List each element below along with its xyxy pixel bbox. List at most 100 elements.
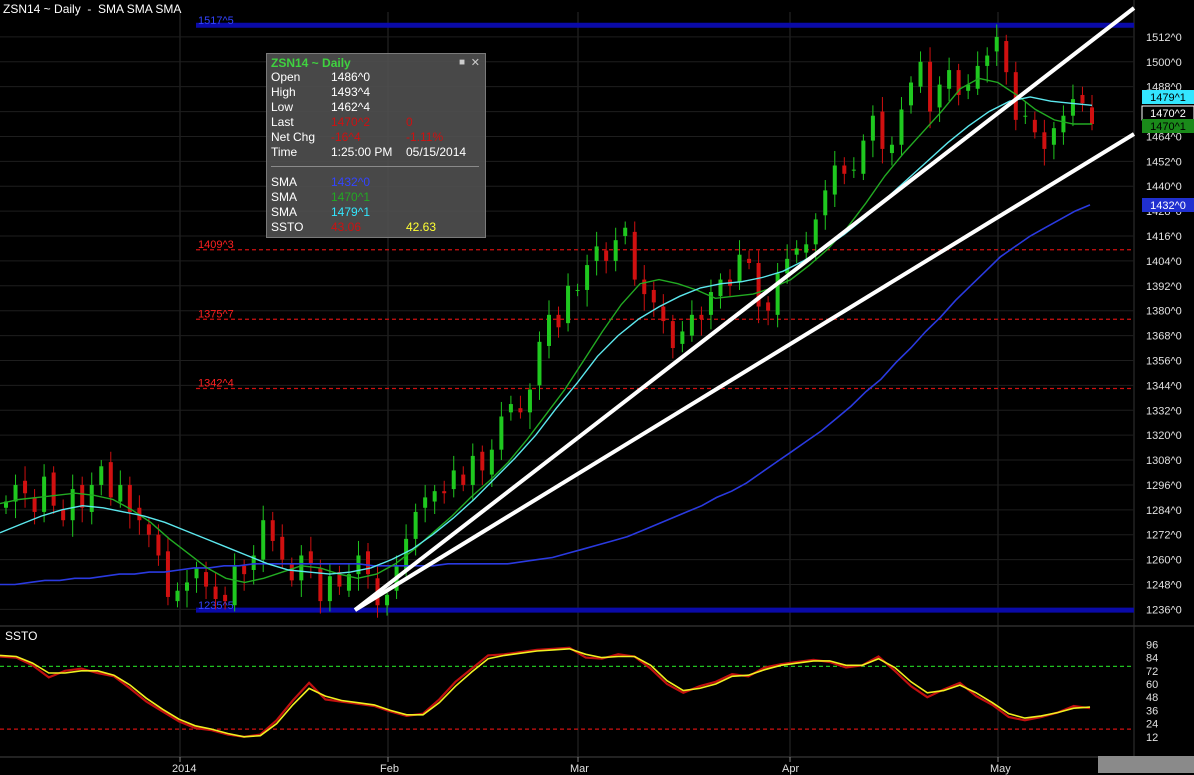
price-flag-label: 1432^0 xyxy=(1150,200,1186,212)
candle-body xyxy=(842,165,847,174)
price-axis-label: 1416^0 xyxy=(1146,231,1182,243)
candle-body xyxy=(1070,99,1075,116)
candle-body xyxy=(308,551,313,564)
tooltip-row-label: Low xyxy=(271,100,294,114)
time-axis-label: 2014 xyxy=(172,763,196,775)
time-axis-label: May xyxy=(990,763,1011,775)
time-scrollbar[interactable] xyxy=(1098,756,1194,773)
tooltip-row-value2: -1.11% xyxy=(406,130,444,144)
ssto-axis-label: 96 xyxy=(1146,639,1158,651)
price-axis-label: 1392^0 xyxy=(1146,281,1182,293)
price-axis-label: 1332^0 xyxy=(1146,405,1182,417)
price-flag-label: 1470^1 xyxy=(1150,121,1186,133)
price-axis-label: 1380^0 xyxy=(1146,306,1182,318)
candle-body xyxy=(1042,132,1047,149)
candle-body xyxy=(575,289,580,291)
ssto-axis-label: 60 xyxy=(1146,679,1158,691)
candle-body xyxy=(947,70,952,89)
price-axis-label: 1512^0 xyxy=(1146,32,1182,44)
chart-canvas[interactable]: 1512^01500^01488^01476^01464^01452^01440… xyxy=(0,0,1194,775)
candle-body xyxy=(880,111,885,149)
tooltip-row: SMA 1432^0 xyxy=(271,175,483,190)
tooltip-row-label: Open xyxy=(271,70,301,84)
candle-body xyxy=(794,248,799,255)
candle-body xyxy=(851,169,856,171)
candle-body xyxy=(432,491,437,502)
level-label: 1342^4 xyxy=(198,377,234,389)
tooltip-row-label: Net Chg xyxy=(271,130,316,144)
candle-body xyxy=(909,82,913,106)
candle-body xyxy=(213,586,218,600)
candle-body xyxy=(232,565,237,606)
candle-body xyxy=(661,306,666,322)
price-axis-label: 1296^0 xyxy=(1146,480,1182,492)
price-axis-label: 1236^0 xyxy=(1146,604,1182,616)
candle-body xyxy=(832,165,837,195)
ssto-axis-label: 24 xyxy=(1146,719,1158,731)
close-icon[interactable]: ✕ xyxy=(471,56,480,69)
candle-body xyxy=(785,258,790,274)
candle-body xyxy=(804,244,809,253)
candle-body xyxy=(518,408,523,413)
candle-body xyxy=(242,565,247,575)
price-axis-label: 1368^0 xyxy=(1146,331,1182,343)
price-axis-label: 1344^0 xyxy=(1146,380,1182,392)
price-flag-label: 1470^2 xyxy=(1150,108,1186,120)
candle-body xyxy=(185,582,189,591)
price-axis-label: 1320^0 xyxy=(1146,430,1182,442)
chart-title: ZSN14 ~ Daily - SMA SMA SMA xyxy=(3,2,182,16)
candle-body xyxy=(299,555,304,581)
candle-body xyxy=(280,536,285,560)
candle-body xyxy=(670,321,675,349)
candle-body xyxy=(366,551,370,575)
ssto-axis-label: 84 xyxy=(1146,653,1158,665)
candle-body xyxy=(747,258,752,263)
candle-body xyxy=(461,474,466,485)
candle-body xyxy=(613,240,618,261)
tooltip-row-label: Last xyxy=(271,115,294,129)
candle-body xyxy=(718,279,723,297)
candle-body xyxy=(623,227,628,237)
tooltip-row-value: 1479^1 xyxy=(331,205,370,219)
candle-body xyxy=(889,144,894,154)
candle-body xyxy=(689,314,694,336)
tooltip-row-value: -16^4 xyxy=(331,130,361,144)
candle-body xyxy=(680,331,685,344)
price-axis-label: 1356^0 xyxy=(1146,355,1182,367)
candle-body xyxy=(1004,41,1009,73)
candle-body xyxy=(527,389,532,413)
candle-body xyxy=(204,572,209,587)
tooltip-row-label: SSTO xyxy=(271,220,304,234)
ssto-axis-label: 72 xyxy=(1146,666,1158,678)
pin-icon[interactable]: ■ xyxy=(459,57,465,68)
candle-body xyxy=(118,484,123,502)
candle-body xyxy=(470,455,475,485)
candle-body xyxy=(651,289,656,303)
candle-body xyxy=(51,472,56,506)
tooltip-header: ZSN14 ~ Daily xyxy=(271,56,351,70)
candle-body xyxy=(194,567,199,579)
candle-body xyxy=(813,219,818,245)
price-axis-label: 1308^0 xyxy=(1146,455,1182,467)
candle-body xyxy=(985,55,990,66)
candle-body xyxy=(261,520,266,560)
candle-body xyxy=(80,484,85,508)
candle-body xyxy=(566,285,571,324)
candle-body xyxy=(289,563,294,581)
price-axis-label: 1440^0 xyxy=(1146,181,1182,193)
price-axis-label: 1464^0 xyxy=(1146,131,1182,143)
candle-body xyxy=(766,302,771,311)
tooltip-row-value: 1432^0 xyxy=(331,175,370,189)
candle-body xyxy=(1032,119,1037,133)
candle-body xyxy=(556,314,561,328)
tooltip-row-value: 1470^2 xyxy=(331,115,370,129)
tooltip-row-label: Time xyxy=(271,145,298,159)
tooltip-row-value: 1:25:00 PM xyxy=(331,145,393,159)
candle-body xyxy=(823,190,828,216)
candle-body xyxy=(918,61,923,87)
candle-body xyxy=(442,491,447,494)
tooltip-row-value2: 0 xyxy=(406,115,413,129)
tooltip-row-value: 1470^1 xyxy=(331,190,370,204)
candle-body xyxy=(175,590,180,602)
candle-body xyxy=(146,524,151,535)
